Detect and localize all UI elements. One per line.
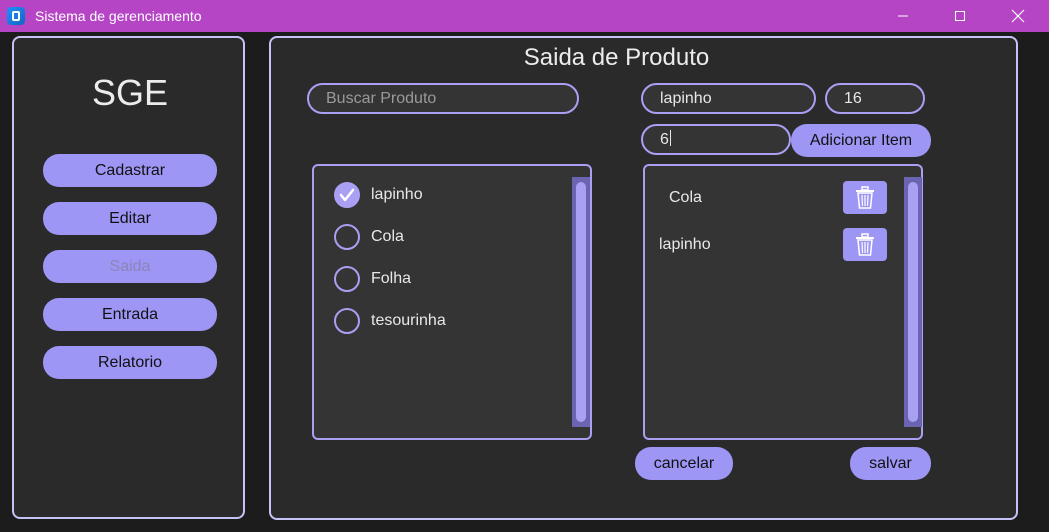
save-button[interactable]: salvar (850, 447, 931, 480)
sidebar-item-saida[interactable]: Saida (43, 250, 217, 283)
stock-field[interactable]: 16 (825, 83, 925, 114)
radio-unchecked[interactable] (334, 224, 360, 250)
product-label: Cola (371, 228, 404, 245)
sidebar-item-entrada[interactable]: Entrada (43, 298, 217, 331)
sidebar-item-cadastrar[interactable]: Cadastrar (43, 154, 217, 187)
product-name-field[interactable]: lapinho (641, 83, 816, 114)
text-caret (669, 130, 671, 146)
cancel-button[interactable]: cancelar (635, 447, 733, 480)
radio-checked[interactable] (334, 182, 360, 208)
quantity-value: 6 (660, 131, 669, 148)
close-button[interactable] (995, 0, 1041, 32)
minimize-button[interactable] (880, 0, 926, 32)
product-label: Folha (371, 270, 412, 287)
trash-icon (856, 185, 874, 209)
list-item[interactable]: Cola (334, 222, 404, 252)
remove-item-button[interactable] (843, 181, 887, 214)
list-item[interactable]: tesourinha (334, 306, 446, 336)
list-item[interactable]: Folha (334, 264, 411, 294)
sidebar-item-relatorio[interactable]: Relatorio (43, 346, 217, 379)
page-title: Saida de Produto (523, 44, 710, 71)
close-icon (1011, 9, 1025, 23)
quantity-field[interactable]: 6 (641, 124, 791, 155)
add-item-button[interactable]: Adicionar Item (791, 124, 931, 157)
trash-icon (856, 232, 874, 256)
maximize-icon (955, 11, 965, 21)
product-list-scrollbar[interactable] (572, 177, 590, 427)
check-icon (339, 188, 355, 202)
list-item[interactable]: lapinho (334, 180, 423, 210)
product-label: tesourinha (371, 312, 446, 329)
cart-item-label: Cola (669, 189, 702, 206)
search-input[interactable]: Buscar Produto (307, 83, 579, 114)
cart-item-label: lapinho (659, 236, 711, 253)
cart-list-scrollbar[interactable] (904, 177, 922, 427)
cart-list-scroll-thumb[interactable] (908, 182, 918, 422)
brand-title: SGE (91, 72, 169, 113)
product-label: lapinho (371, 186, 423, 203)
window-title: Sistema de gerenciamento (35, 8, 202, 24)
sidebar-item-editar[interactable]: Editar (43, 202, 217, 235)
radio-unchecked[interactable] (334, 308, 360, 334)
window-titlebar: Sistema de gerenciamento (0, 0, 1049, 32)
app-icon (7, 7, 25, 25)
remove-item-button[interactable] (843, 228, 887, 261)
maximize-button[interactable] (937, 0, 983, 32)
minimize-icon (898, 15, 908, 17)
radio-unchecked[interactable] (334, 266, 360, 292)
product-list-scroll-thumb[interactable] (576, 182, 586, 422)
